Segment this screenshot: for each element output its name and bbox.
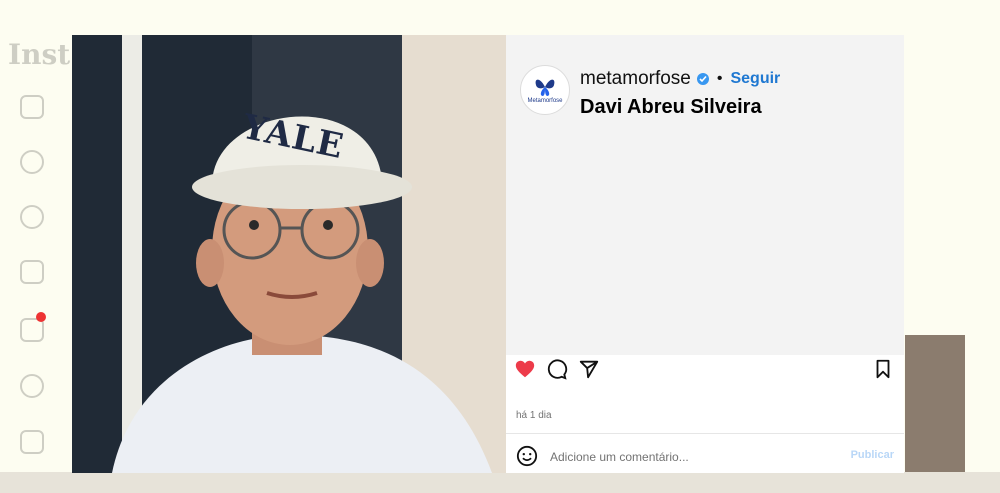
post-caption: Davi Abreu Silveira [580,96,762,118]
background-app-logo: Inst [8,38,71,71]
butterfly-icon [535,79,555,96]
explore-icon [20,205,44,229]
background-feed-image [905,335,965,475]
comment-icon[interactable] [546,358,570,382]
search-icon [20,150,44,174]
heart-filled-icon[interactable] [514,358,538,382]
bookmark-icon[interactable] [872,358,896,382]
publish-button[interactable]: Publicar [851,449,894,461]
account-line: metamorfose • Seguir [580,68,780,90]
separator-dot: • [716,70,723,87]
post-time: há 1 dia [516,410,552,421]
post-photo: YALE [72,35,506,473]
create-icon [20,430,44,454]
post-side-panel: Metamorfose metamorfose • Seguir Davi Ab… [506,35,904,473]
avatar-caption: Metamorfose [527,97,563,104]
username-link[interactable]: metamorfose [580,68,691,90]
verified-badge-icon [696,73,709,85]
post-actions [514,358,896,382]
notifications-icon [20,374,44,398]
follow-button[interactable]: Seguir [730,70,780,88]
account-avatar[interactable]: Metamorfose [520,65,570,115]
emoji-icon[interactable] [516,445,538,472]
background-bottom-strip [0,472,1000,493]
send-icon[interactable] [578,358,602,382]
notification-dot [36,312,46,322]
post-modal: YALE Metamorfose metamorfose • Seguir Da… [72,35,904,473]
reels-icon [20,260,44,284]
selfie-illustration [72,35,506,473]
comment-divider [506,433,904,434]
comment-input[interactable] [548,445,842,469]
home-icon [20,95,44,119]
